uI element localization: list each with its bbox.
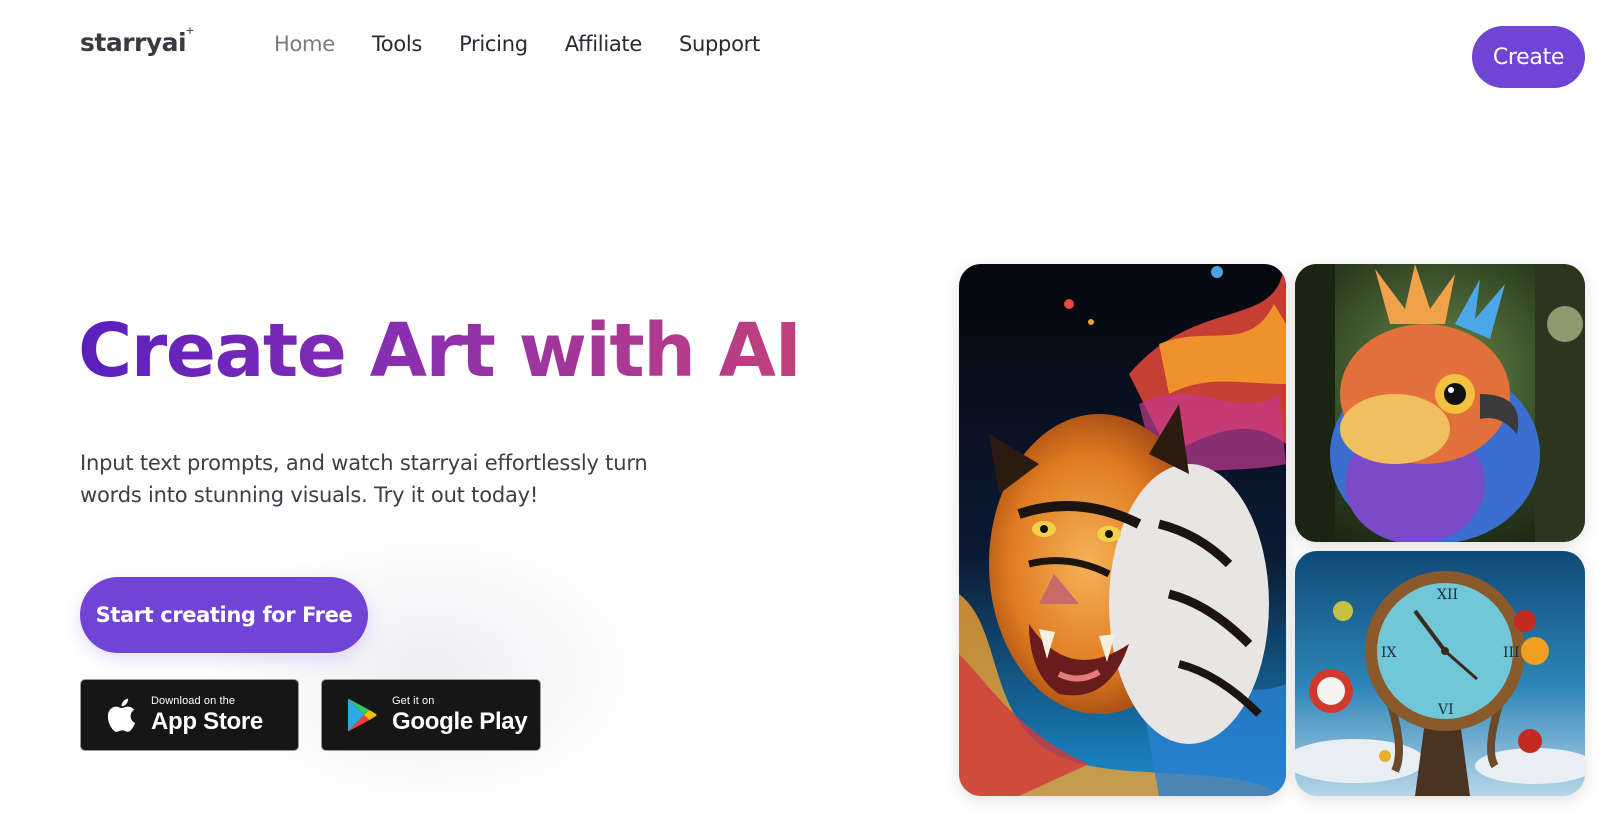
svg-text:III: III [1503, 645, 1520, 661]
bird-art-image [1295, 264, 1585, 542]
app-store-small-text: Download on the [151, 695, 236, 707]
app-store-button[interactable]: Download on the App Store [80, 679, 299, 751]
nav-item-affiliate[interactable]: Affiliate [565, 32, 643, 56]
logo-spark-icon: + [185, 24, 195, 37]
nav-item-support[interactable]: Support [679, 32, 760, 56]
app-store-big-text: App Store [151, 708, 263, 735]
nav-item-home[interactable]: Home [274, 32, 335, 56]
hero-subtitle: Input text prompts, and watch starryai e… [80, 451, 648, 507]
logo-text: starryai [80, 28, 187, 57]
hero-title: Create Art with AI [78, 308, 802, 394]
google-play-icon [344, 695, 380, 735]
create-button[interactable]: Create [1472, 26, 1585, 88]
svg-text:VI: VI [1437, 702, 1454, 718]
apple-logo-icon [103, 695, 139, 735]
google-play-big-text: Google Play [392, 708, 528, 735]
svg-text:IX: IX [1381, 645, 1397, 661]
google-play-small-text: Get it on [392, 695, 435, 707]
nav-item-pricing[interactable]: Pricing [459, 32, 528, 56]
clock-art-image: XII III VI IX [1295, 551, 1585, 796]
tiger-art-image [959, 264, 1286, 796]
google-play-button[interactable]: Get it on Google Play [321, 679, 541, 751]
start-creating-button[interactable]: Start creating for Free [80, 577, 368, 653]
logo[interactable]: starryai + [80, 24, 195, 57]
svg-text:XII: XII [1437, 587, 1458, 603]
nav-item-tools[interactable]: Tools [372, 32, 423, 56]
background-glow [200, 520, 660, 820]
main-nav: Home Tools Pricing Affiliate Support [274, 32, 797, 56]
